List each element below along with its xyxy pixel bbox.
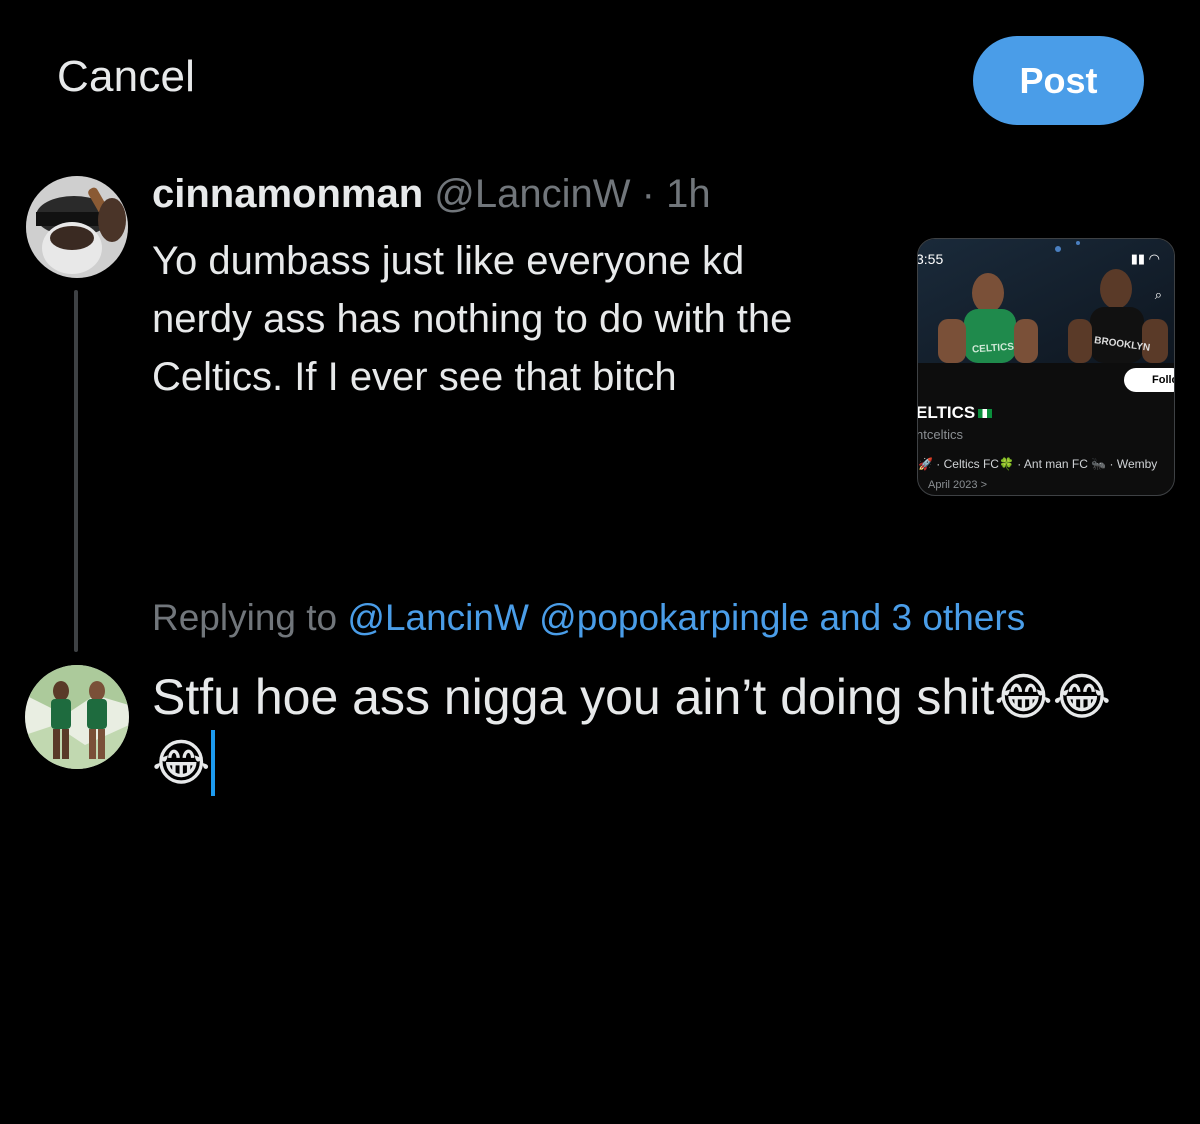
- thread-connector-line: [74, 290, 78, 652]
- replying-prefix: Replying to: [152, 597, 338, 638]
- quoted-tweet-header: cinnamonman @LancinW · 1h: [152, 172, 711, 217]
- follow-button: Follo: [1124, 368, 1174, 392]
- compose-text: Stfu hoe ass nigga you ain’t doing shit😂…: [152, 669, 1112, 791]
- attachment-profile-handle: ntceltics: [917, 427, 963, 442]
- attachment-profile-name: ELTICS: [918, 403, 993, 423]
- flag-icon: [978, 409, 993, 419]
- quoted-tweet-text: Yo dumbass just like everyone kd nerdy a…: [152, 239, 793, 399]
- signal-wifi-icon: ▮▮ ◠: [1130, 251, 1160, 266]
- text-cursor: [211, 730, 216, 796]
- quoted-timestamp: 1h: [666, 172, 711, 216]
- compose-reply-input[interactable]: Stfu hoe ass nigga you ain’t doing shit😂…: [152, 664, 1142, 796]
- compose-top-bar: Cancel Post: [0, 0, 1200, 160]
- quoted-handle[interactable]: @LancinW: [434, 172, 630, 216]
- tweet-image-attachment[interactable]: CELTICS BROOKLYN 3:55 ▮▮ ◠ ⌕ Follo ELTIC…: [917, 238, 1175, 496]
- replying-to-line: Replying to @LancinW @popokarpingle and …: [152, 597, 1025, 639]
- separator-dot: ·: [641, 172, 655, 216]
- attachment-profile-bio: 🚀 · Celtics FC🍀 · Ant man FC 🐜 · Wemby: [918, 457, 1158, 471]
- reply-mentions-link[interactable]: @LancinW @popokarpingle and 3 others: [347, 597, 1025, 638]
- quoted-user-avatar[interactable]: [26, 176, 128, 278]
- search-icon: ⌕: [1154, 287, 1162, 302]
- attachment-status-time: 3:55: [917, 251, 944, 267]
- post-button[interactable]: Post: [973, 36, 1144, 125]
- attachment-joined-date: April 2023 >: [928, 479, 988, 491]
- cancel-button[interactable]: Cancel: [57, 52, 195, 102]
- quoted-display-name[interactable]: cinnamonman: [152, 172, 423, 216]
- my-avatar[interactable]: [25, 665, 129, 769]
